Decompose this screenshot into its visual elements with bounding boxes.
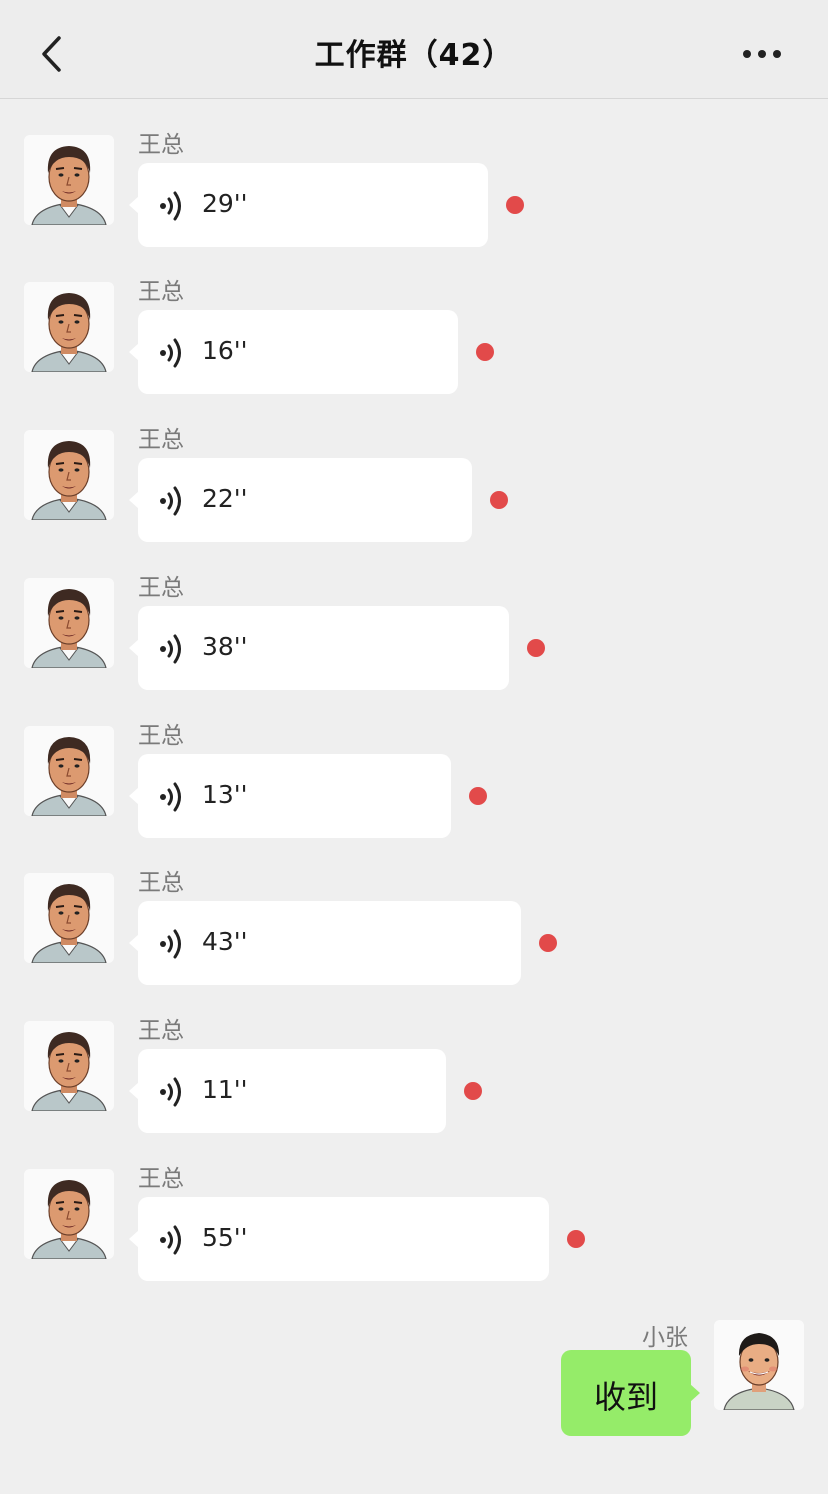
boss-avatar-icon bbox=[24, 282, 114, 372]
sender-name: 王总 bbox=[138, 132, 184, 158]
voice-message: 王总 43'' bbox=[0, 870, 828, 1023]
boss-avatar-icon bbox=[24, 1021, 114, 1111]
unread-dot bbox=[464, 1082, 482, 1100]
voice-icon-wrap bbox=[158, 1075, 186, 1109]
voice-bubble[interactable]: 55'' bbox=[129, 1197, 549, 1281]
chat-header: 工作群（42） bbox=[0, 0, 828, 99]
boss-avatar-icon bbox=[24, 430, 114, 520]
sender-name: 王总 bbox=[138, 575, 184, 601]
voice-icon bbox=[160, 486, 181, 516]
voice-icon-wrap bbox=[158, 780, 186, 814]
voice-icon-wrap bbox=[158, 336, 186, 370]
my-message: 小张 收到 bbox=[0, 1318, 828, 1448]
sender-avatar[interactable] bbox=[24, 1169, 114, 1259]
young-man-avatar-icon bbox=[714, 1320, 804, 1410]
sender-avatar[interactable] bbox=[24, 430, 114, 520]
unread-dot bbox=[476, 343, 494, 361]
voice-icon-wrap bbox=[158, 189, 186, 223]
sender-avatar[interactable] bbox=[24, 578, 114, 668]
sender-name: 王总 bbox=[138, 870, 184, 896]
voice-message: 王总 13'' bbox=[0, 723, 828, 876]
voice-duration: 16'' bbox=[202, 336, 248, 365]
unread-dot bbox=[527, 639, 545, 657]
unread-dot bbox=[567, 1230, 585, 1248]
sender-avatar[interactable] bbox=[24, 873, 114, 963]
unread-dot bbox=[490, 491, 508, 509]
boss-avatar-icon bbox=[24, 873, 114, 963]
voice-icon bbox=[160, 1077, 181, 1107]
voice-duration: 11'' bbox=[202, 1075, 248, 1104]
unread-dot bbox=[469, 787, 487, 805]
voice-bubble[interactable]: 38'' bbox=[129, 606, 509, 690]
more-button[interactable] bbox=[734, 38, 790, 70]
sender-avatar[interactable] bbox=[24, 726, 114, 816]
voice-icon bbox=[160, 1225, 181, 1255]
voice-duration: 22'' bbox=[202, 484, 248, 513]
voice-message: 王总 22'' bbox=[0, 427, 828, 580]
voice-bubble[interactable]: 43'' bbox=[129, 901, 521, 985]
voice-bubble[interactable]: 11'' bbox=[129, 1049, 446, 1133]
boss-avatar-icon bbox=[24, 726, 114, 816]
voice-icon bbox=[160, 634, 181, 664]
voice-duration: 55'' bbox=[202, 1223, 248, 1252]
voice-duration: 13'' bbox=[202, 780, 248, 809]
sender-avatar[interactable] bbox=[24, 282, 114, 372]
sender-name: 王总 bbox=[138, 1018, 184, 1044]
boss-avatar-icon bbox=[24, 1169, 114, 1259]
sender-avatar[interactable] bbox=[24, 135, 114, 225]
my-avatar[interactable] bbox=[714, 1320, 804, 1410]
voice-icon-wrap bbox=[158, 484, 186, 518]
voice-bubble[interactable]: 29'' bbox=[129, 163, 488, 247]
voice-message: 王总 11'' bbox=[0, 1018, 828, 1171]
voice-duration: 38'' bbox=[202, 632, 248, 661]
voice-duration: 43'' bbox=[202, 927, 248, 956]
unread-dot bbox=[539, 934, 557, 952]
boss-avatar-icon bbox=[24, 578, 114, 668]
voice-icon bbox=[160, 929, 181, 959]
sender-name: 王总 bbox=[138, 1166, 184, 1192]
my-message-text: 收到 bbox=[593, 1378, 658, 1416]
voice-message: 王总 16'' bbox=[0, 279, 828, 432]
voice-message: 王总 55'' bbox=[0, 1166, 828, 1319]
chat-title: 工作群（42） bbox=[314, 38, 514, 73]
boss-avatar-icon bbox=[24, 135, 114, 225]
my-sender-name: 小张 bbox=[642, 1325, 688, 1351]
voice-message: 王总 38'' bbox=[0, 575, 828, 728]
sender-avatar[interactable] bbox=[24, 1021, 114, 1111]
voice-icon-wrap bbox=[158, 632, 186, 666]
voice-bubble[interactable]: 13'' bbox=[129, 754, 451, 838]
voice-icon bbox=[160, 782, 181, 812]
more-dots-icon bbox=[743, 50, 781, 58]
voice-icon bbox=[160, 338, 181, 368]
voice-bubble[interactable]: 16'' bbox=[129, 310, 458, 394]
voice-duration: 29'' bbox=[202, 189, 248, 218]
voice-message: 王总 29'' bbox=[0, 132, 828, 285]
voice-icon-wrap bbox=[158, 1223, 186, 1257]
voice-icon bbox=[160, 191, 181, 221]
voice-bubble[interactable]: 22'' bbox=[129, 458, 472, 542]
sender-name: 王总 bbox=[138, 279, 184, 305]
sender-name: 王总 bbox=[138, 723, 184, 749]
sender-name: 王总 bbox=[138, 427, 184, 453]
voice-icon-wrap bbox=[158, 927, 186, 961]
my-text-bubble[interactable]: 收到 bbox=[561, 1350, 700, 1436]
unread-dot bbox=[506, 196, 524, 214]
